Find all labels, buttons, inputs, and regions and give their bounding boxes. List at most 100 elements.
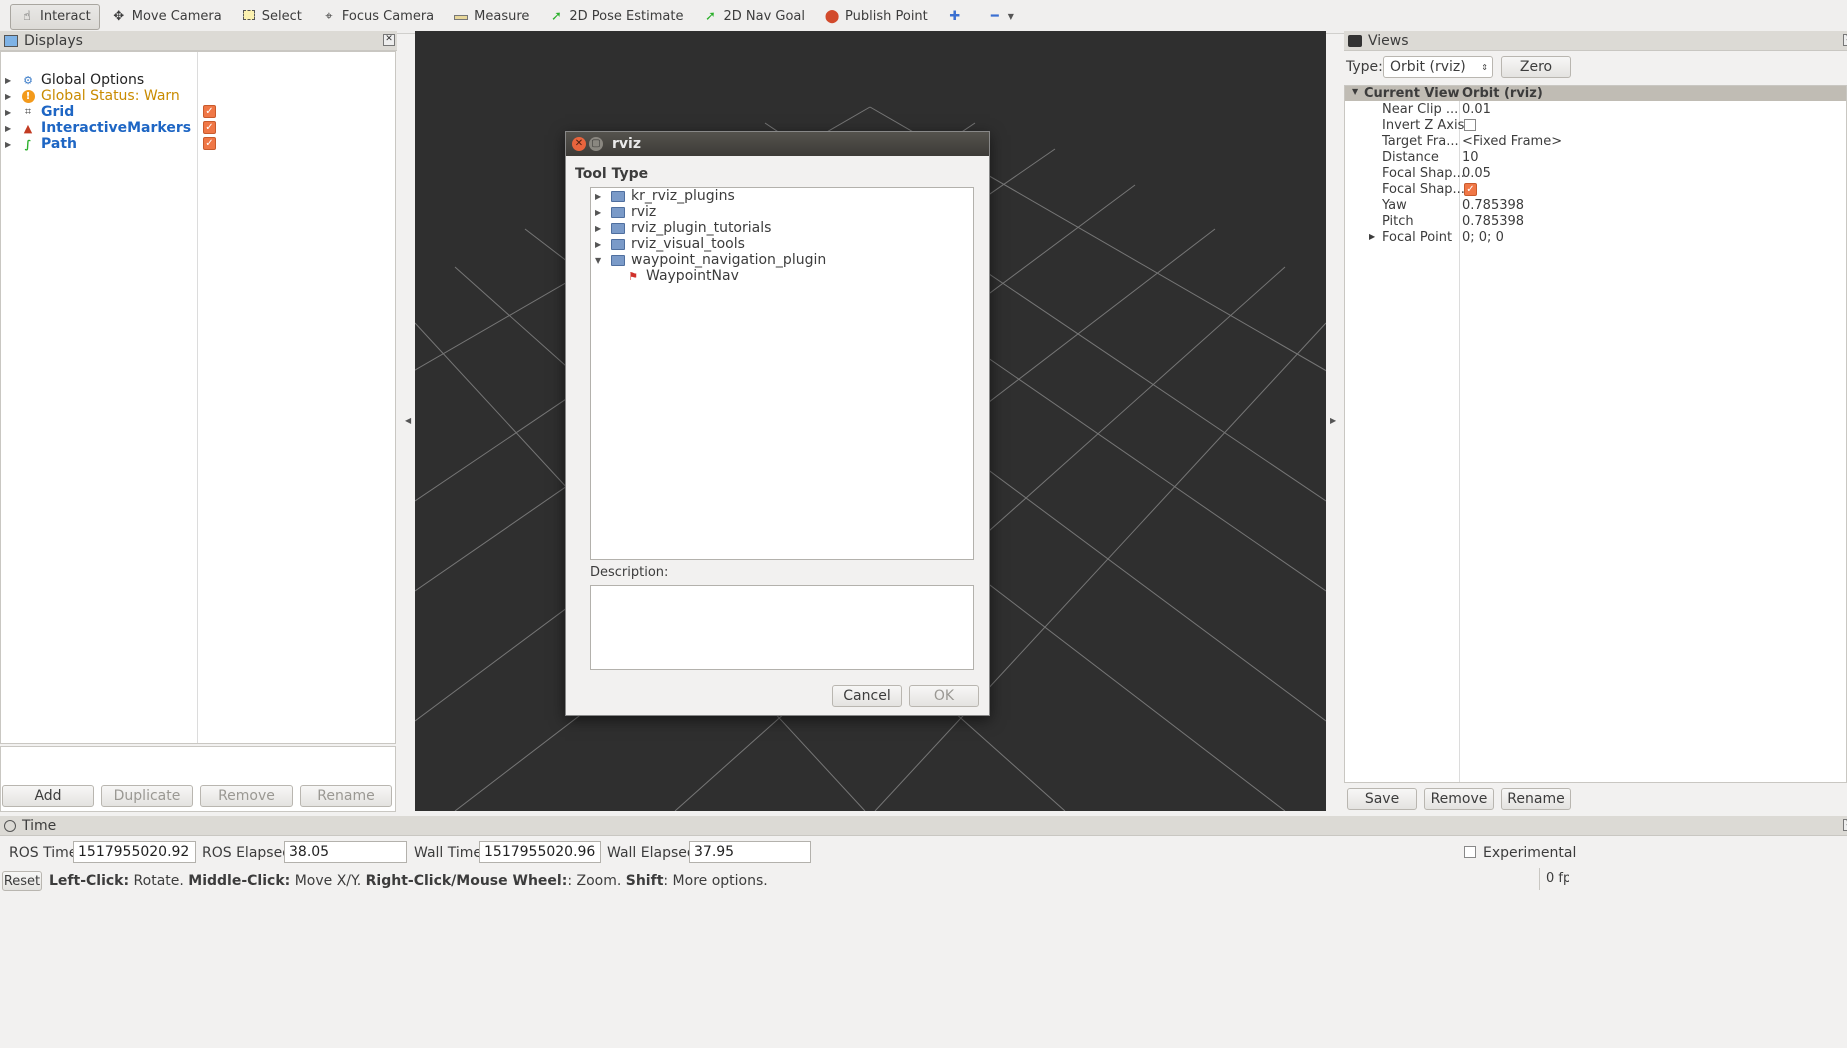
path-enabled-checkbox[interactable]: ✓	[203, 137, 216, 150]
hint-middle-click: Middle-Click:	[188, 873, 291, 889]
zero-view-button[interactable]: Zero	[1501, 56, 1571, 78]
wall-elapsed-field[interactable]: 37.95	[689, 841, 811, 863]
remove-tool-button[interactable]: ━ ▼	[979, 4, 1022, 30]
property-key: Yaw	[1382, 198, 1407, 213]
folder-label: rviz_plugin_tutorials	[631, 220, 772, 236]
gear-icon: ⚙	[23, 73, 33, 87]
plugin-folder-item[interactable]: ▼ waypoint_navigation_plugin	[591, 252, 826, 268]
duplicate-display-button[interactable]: Duplicate	[101, 785, 193, 807]
status-bar: Reset Left-Click: Rotate. Middle-Click: …	[0, 868, 1847, 891]
property-key: Focal Shap...	[1382, 182, 1465, 197]
interactive-markers-enabled-checkbox[interactable]: ✓	[203, 121, 216, 134]
plugin-folder-item[interactable]: ▶ rviz_plugin_tutorials	[591, 220, 771, 236]
expand-arrow-icon[interactable]: ▶	[5, 92, 15, 101]
time-title: Time	[22, 817, 57, 834]
nav-goal-tool-button[interactable]: ➚ 2D Nav Goal	[694, 4, 813, 30]
ruler-icon	[453, 9, 469, 25]
save-view-button[interactable]: Save	[1347, 788, 1417, 810]
dropdown-arrow-icon: ▼	[1007, 12, 1014, 21]
view-type-select[interactable]: Orbit (rviz) ⇕	[1383, 56, 1493, 78]
experimental-checkbox[interactable]	[1464, 846, 1476, 858]
expand-arrow-icon[interactable]: ▶	[5, 140, 15, 149]
close-window-icon[interactable]: ✕	[572, 137, 586, 151]
property-row[interactable]: Focal Shap... ✓	[1345, 182, 1846, 198]
collapse-arrow-icon[interactable]: ▼	[595, 256, 605, 265]
wall-time-label: Wall Time:	[414, 845, 487, 861]
close-views-icon[interactable]: ✕	[1843, 34, 1847, 46]
expand-arrow-icon[interactable]: ▶	[5, 108, 15, 117]
property-row[interactable]: Focal Shap... 0.05	[1345, 166, 1846, 182]
property-row[interactable]: Invert Z Axis	[1345, 118, 1846, 134]
warning-icon: !	[21, 89, 35, 103]
left-splitter-arrow-icon[interactable]: ◀	[405, 416, 411, 425]
hint-right-desc: : Zoom.	[567, 873, 626, 889]
status-hint: Left-Click: Rotate. Middle-Click: Move X…	[49, 873, 768, 889]
displays-panel: Displays ✕ ▶ ⚙ Global Options ▶ ! Global…	[0, 31, 397, 812]
display-item-interactive-markers[interactable]: ▶ ▲ InteractiveMarkers	[1, 120, 191, 136]
wall-time-field[interactable]: 1517955020.96	[479, 841, 601, 863]
expand-arrow-icon[interactable]: ▶	[595, 240, 605, 249]
display-item-label: Grid	[41, 104, 75, 120]
measure-tool-button[interactable]: Measure	[445, 4, 537, 30]
right-splitter-arrow-icon[interactable]: ▶	[1330, 416, 1336, 425]
current-view-label: Current View	[1364, 86, 1460, 101]
cancel-button[interactable]: Cancel	[832, 685, 902, 707]
maximize-window-icon[interactable]: ▢	[589, 137, 603, 151]
folder-label: rviz_visual_tools	[631, 236, 745, 252]
property-row[interactable]: Target Fra... <Fixed Frame>	[1345, 134, 1846, 150]
plugin-folder-item[interactable]: ▶ kr_rviz_plugins	[591, 188, 735, 204]
expand-arrow-icon[interactable]: ▶	[595, 192, 605, 201]
time-panel: Time ✕ ROS Time: 1517955020.92 ROS Elaps…	[0, 816, 1847, 868]
display-item-global-options[interactable]: ▶ ⚙ Global Options	[1, 72, 144, 88]
markers-icon: ▲	[23, 121, 33, 135]
display-item-path[interactable]: ▶ ∫ Path	[1, 136, 77, 152]
reset-button[interactable]: Reset	[2, 871, 42, 891]
tool-item-waypointnav[interactable]: ⚑ WaypointNav	[626, 268, 739, 284]
property-row[interactable]: Yaw 0.785398	[1345, 198, 1846, 214]
ok-button[interactable]: OK	[909, 685, 979, 707]
property-row[interactable]: Near Clip ... 0.01	[1345, 102, 1846, 118]
select-tool-button[interactable]: Select	[233, 4, 310, 30]
expand-arrow-icon[interactable]: ▶	[1369, 232, 1375, 241]
expand-arrow-icon[interactable]: ▶	[595, 224, 605, 233]
property-value: <Fixed Frame>	[1462, 134, 1563, 149]
pose-estimate-tool-button[interactable]: ➚ 2D Pose Estimate	[540, 4, 691, 30]
display-item-label: Global Status: Warn	[41, 88, 180, 104]
publish-point-tool-button[interactable]: ⬤ Publish Point	[816, 4, 936, 30]
measure-label: Measure	[474, 9, 530, 24]
rename-display-button[interactable]: Rename	[300, 785, 392, 807]
select-box-icon	[241, 9, 257, 25]
focal-shape-checkbox[interactable]: ✓	[1464, 183, 1477, 196]
property-row[interactable]: Distance 10	[1345, 150, 1846, 166]
close-time-icon[interactable]: ✕	[1843, 819, 1847, 831]
property-row[interactable]: Pitch 0.785398	[1345, 214, 1846, 230]
expand-arrow-icon[interactable]: ▶	[5, 76, 15, 85]
invert-z-checkbox[interactable]	[1464, 119, 1476, 131]
remove-view-button[interactable]: Remove	[1424, 788, 1494, 810]
display-item-grid[interactable]: ▶ ⌗ Grid	[1, 104, 74, 120]
grid-enabled-checkbox[interactable]: ✓	[203, 105, 216, 118]
add-tool-button[interactable]: ✚	[939, 4, 976, 30]
display-item-global-status[interactable]: ▶ ! Global Status: Warn	[1, 88, 180, 104]
close-displays-icon[interactable]: ✕	[383, 34, 395, 46]
select-label: Select	[261, 9, 302, 24]
collapse-arrow-icon[interactable]: ▼	[1352, 87, 1358, 96]
expand-arrow-icon[interactable]: ▶	[595, 208, 605, 217]
ros-time-field[interactable]: 1517955020.92	[73, 841, 196, 863]
interact-tool-button[interactable]: ☝ Interact	[10, 3, 100, 30]
plugin-folder-item[interactable]: ▶ rviz	[591, 204, 656, 220]
ros-elapsed-field[interactable]: 38.05	[284, 841, 407, 863]
plugin-folder-item[interactable]: ▶ rviz_visual_tools	[591, 236, 745, 252]
expand-arrow-icon[interactable]: ▶	[5, 124, 15, 133]
display-item-label: InteractiveMarkers	[41, 120, 192, 136]
fps-readout: 0 fp	[1539, 868, 1569, 890]
property-value: 0.05	[1462, 166, 1491, 181]
dialog-title: rviz	[612, 136, 641, 152]
remove-display-button[interactable]: Remove	[200, 785, 293, 807]
add-display-button[interactable]: Add	[2, 785, 94, 807]
rename-view-button[interactable]: Rename	[1501, 788, 1571, 810]
focus-camera-tool-button[interactable]: ⌖ Focus Camera	[313, 4, 442, 30]
property-row[interactable]: ▶ Focal Point 0; 0; 0	[1345, 230, 1846, 246]
move-camera-tool-button[interactable]: ✥ Move Camera	[103, 4, 230, 30]
current-view-row[interactable]: ▼ Current View Orbit (rviz)	[1345, 86, 1846, 101]
